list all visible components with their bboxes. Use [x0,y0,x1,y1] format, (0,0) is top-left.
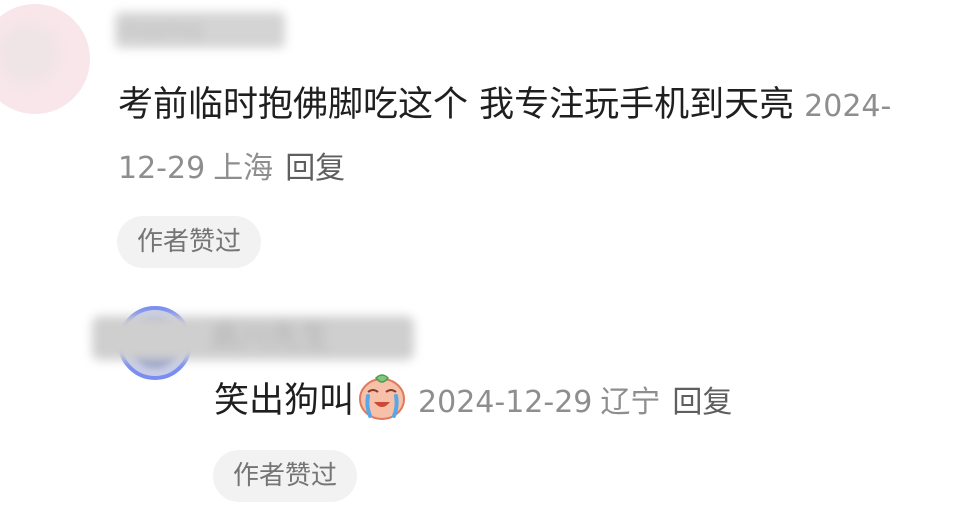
comment-date: 2024-12-29 [418,385,593,420]
author-liked-badge: 作者赞过 [117,216,262,268]
username-blurred-1[interactable]: momo [115,12,285,48]
comment-body-1: 考前临时抱佛脚吃这个 我专注玩手机到天亮 2024-12-29 上海 回复 [118,75,918,199]
avatar-blur [0,24,58,84]
author-liked-badge: 作者赞过 [213,450,358,502]
reply-button[interactable]: 回复 [285,151,345,186]
crying-laughing-emoji-icon [359,374,406,420]
comment-body-2: 笑出狗叫 2024-12-29 辽宁 回复 [214,370,732,433]
comment-meta: 2024-12-29 辽宁 [418,385,660,420]
reply-button[interactable]: 回复 [672,385,732,420]
comment-text: 笑出狗叫 [214,381,355,421]
comment-location: 上海 [213,151,274,186]
username-blurred-2[interactable]: 高川先生 [92,316,414,360]
avatar-commenter-1[interactable] [0,4,90,114]
comment-location: 辽宁 [600,385,661,420]
username-text: momo [121,15,204,45]
username-text: 高川先生 [210,320,330,355]
comment-text: 考前临时抱佛脚吃这个 我专注玩手机到天亮 [118,85,795,125]
